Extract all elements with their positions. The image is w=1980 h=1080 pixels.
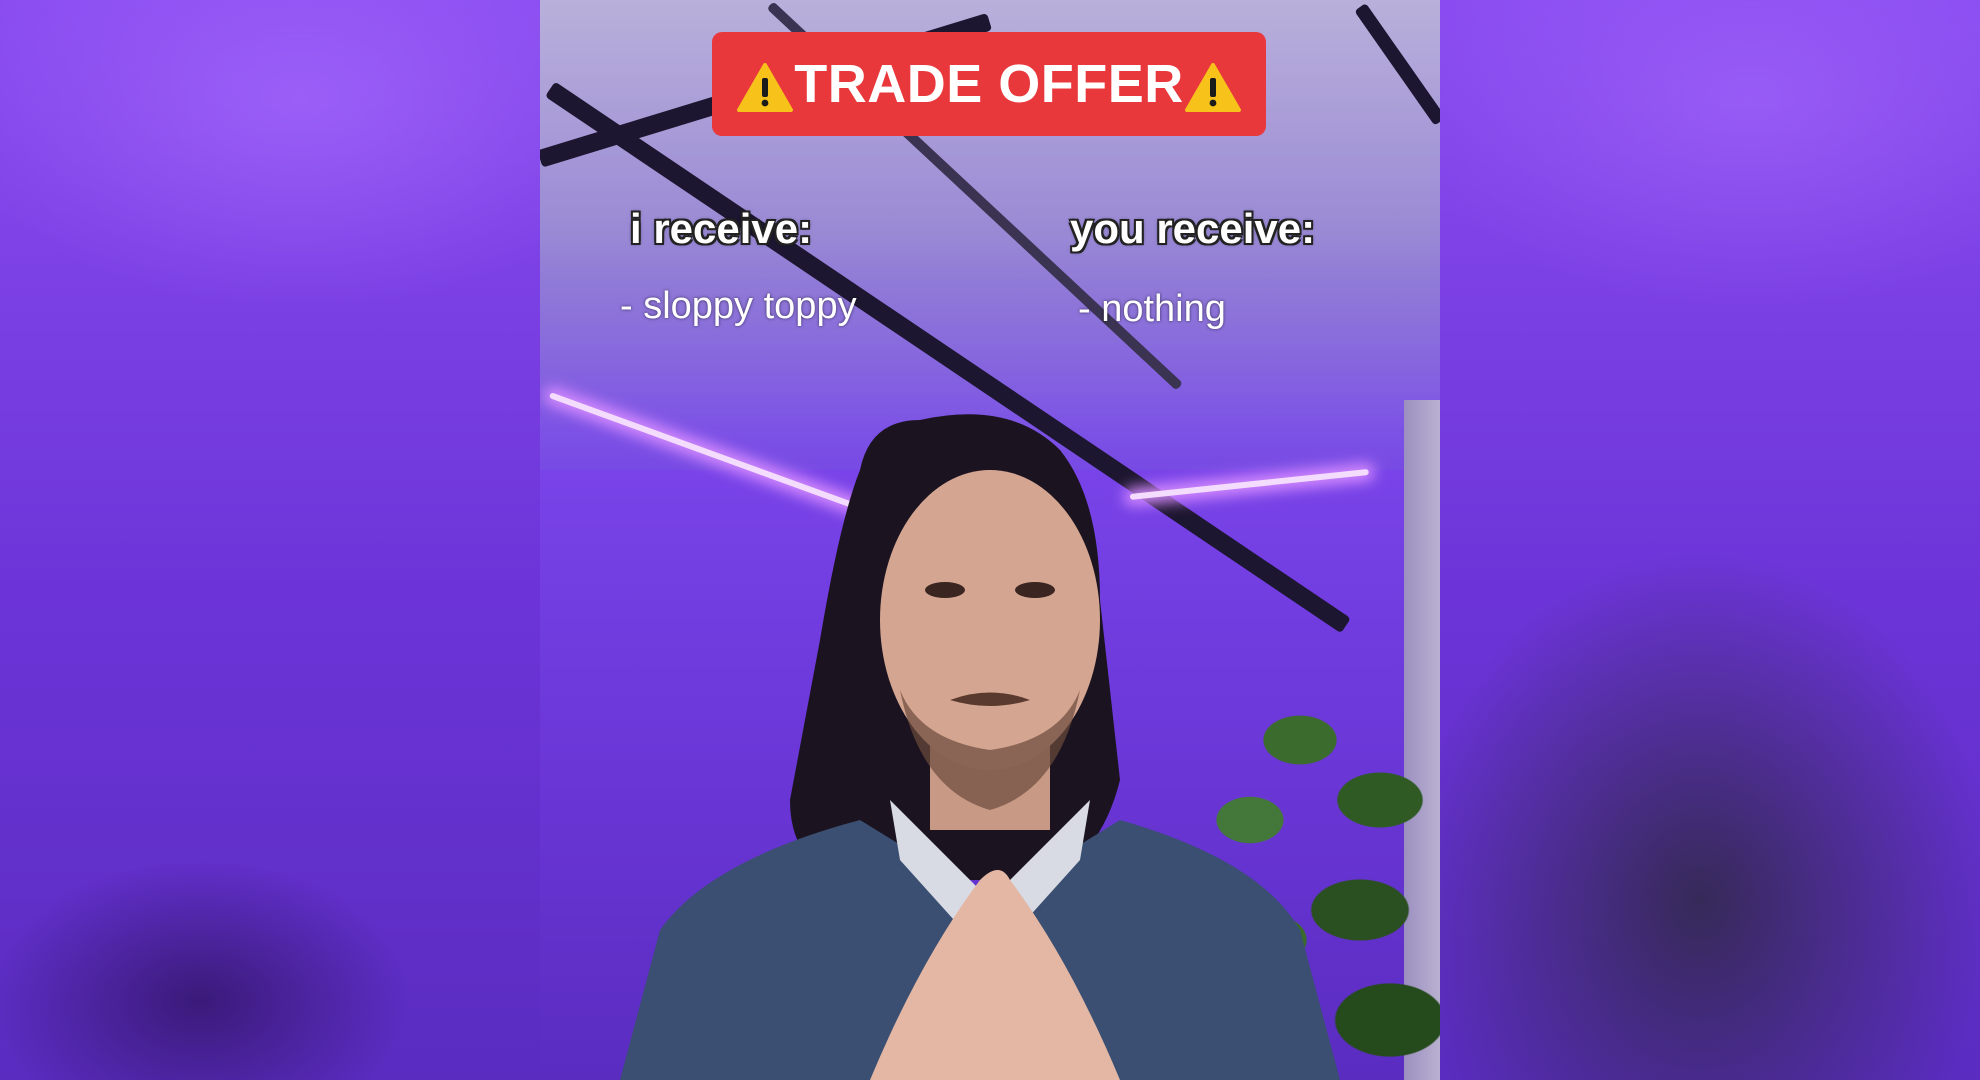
warning-icon: [1184, 62, 1241, 112]
warning-icon: [737, 62, 794, 112]
left-eye: [925, 582, 965, 598]
video-frame: TRADE OFFER i receive: - sloppy toppy yo…: [540, 0, 1440, 1080]
right-eye: [1015, 582, 1055, 598]
banner-title: TRADE OFFER: [794, 54, 1184, 114]
left-column-heading: i receive:: [630, 205, 813, 252]
trade-offer-banner: TRADE OFFER: [712, 32, 1266, 136]
banner-title-row: TRADE OFFER: [736, 53, 1242, 115]
person: [620, 414, 1340, 1080]
left-column-item: - sloppy toppy: [620, 285, 857, 327]
right-column-heading: you receive:: [1070, 205, 1316, 252]
right-column-item: - nothing: [1078, 288, 1226, 330]
